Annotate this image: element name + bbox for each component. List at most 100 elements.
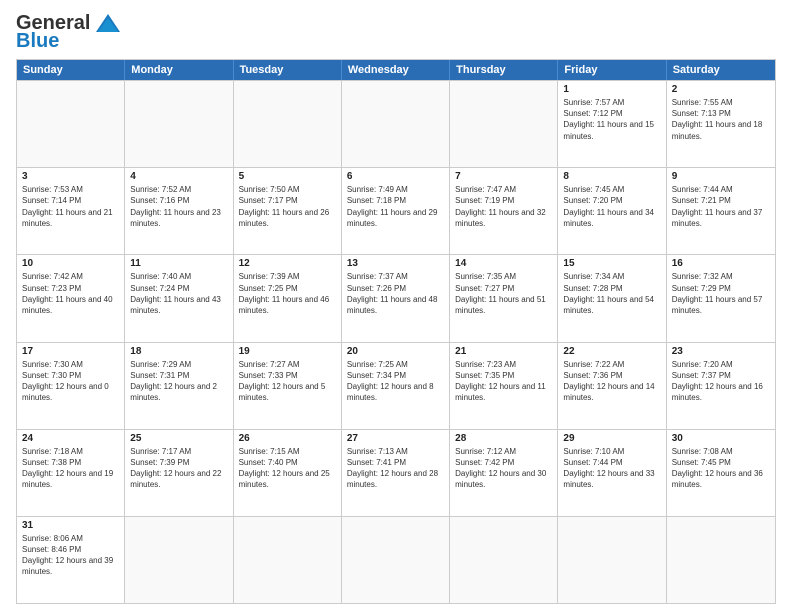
- day-number: 4: [130, 171, 227, 182]
- day-number: 29: [563, 433, 660, 444]
- header: General Blue: [16, 12, 776, 53]
- day-number: 20: [347, 346, 444, 357]
- calendar-cell: 24Sunrise: 7:18 AM Sunset: 7:38 PM Dayli…: [17, 430, 125, 516]
- day-info: Sunrise: 7:34 AM Sunset: 7:28 PM Dayligh…: [563, 271, 660, 316]
- day-info: Sunrise: 7:25 AM Sunset: 7:34 PM Dayligh…: [347, 359, 444, 404]
- day-info: Sunrise: 7:57 AM Sunset: 7:12 PM Dayligh…: [563, 97, 660, 142]
- calendar-cell: 27 Sunrise: 7:13 AM Sunset: 7:41 PM Dayli…: [342, 430, 450, 516]
- day-info: Sunrise: 7:40 AM Sunset: 7:24 PM Dayligh…: [130, 271, 227, 316]
- day-number: 2: [672, 84, 770, 95]
- day-info: Sunrise: 7:30 AM Sunset: 7:30 PM Dayligh…: [22, 359, 119, 404]
- day-number: 26: [239, 433, 336, 444]
- header-day-thursday: Thursday: [450, 60, 558, 80]
- day-info: Sunrise: 7:49 AM Sunset: 7:18 PM Dayligh…: [347, 184, 444, 229]
- calendar-cell: [234, 517, 342, 603]
- day-number: 23: [672, 346, 770, 357]
- day-info: Sunrise: 7:12 AM Sunset: 7:42 PM Dayligh…: [455, 446, 552, 491]
- header-day-tuesday: Tuesday: [234, 60, 342, 80]
- calendar-cell: 23 Sunrise: 7:20 AM Sunset: 7:37 PM Dayli…: [667, 343, 775, 429]
- calendar-cell: 29 Sunrise: 7:10 AM Sunset: 7:44 PM Dayli…: [558, 430, 666, 516]
- day-info: Sunrise: 7:35 AM Sunset: 7:27 PM Dayligh…: [455, 271, 552, 316]
- header-day-sunday: Sunday: [17, 60, 125, 80]
- calendar-week-0: 1 Sunrise: 7:57 AM Sunset: 7:12 PM Daylig…: [17, 80, 775, 167]
- day-number: 14: [455, 258, 552, 269]
- calendar-cell: 6 Sunrise: 7:49 AM Sunset: 7:18 PM Daylig…: [342, 168, 450, 254]
- calendar-week-1: 3 Sunrise: 7:53 AM Sunset: 7:14 PM Daylig…: [17, 167, 775, 254]
- day-info: Sunrise: 7:42 AM Sunset: 7:23 PM Dayligh…: [22, 271, 119, 316]
- day-number: 6: [347, 171, 444, 182]
- day-number: 30: [672, 433, 770, 444]
- calendar-cell: 15 Sunrise: 7:34 AM Sunset: 7:28 PM Dayli…: [558, 255, 666, 341]
- calendar-cell: [17, 81, 125, 167]
- day-info: Sunrise: 7:22 AM Sunset: 7:36 PM Dayligh…: [563, 359, 660, 404]
- day-info: Sunrise: 7:13 AM Sunset: 7:41 PM Dayligh…: [347, 446, 444, 491]
- calendar-header-row: SundayMondayTuesdayWednesdayThursdayFrid…: [17, 60, 775, 80]
- day-info: Sunrise: 7:10 AM Sunset: 7:44 PM Dayligh…: [563, 446, 660, 491]
- calendar-week-5: 31Sunrise: 8:06 AM Sunset: 8:46 PM Dayli…: [17, 516, 775, 603]
- day-info: Sunrise: 7:18 AM Sunset: 7:38 PM Dayligh…: [22, 446, 119, 491]
- day-info: Sunrise: 7:23 AM Sunset: 7:35 PM Dayligh…: [455, 359, 552, 404]
- calendar-cell: 19 Sunrise: 7:27 AM Sunset: 7:33 PM Dayli…: [234, 343, 342, 429]
- page: General Blue SundayMondayTuesdayWednesda…: [0, 0, 792, 612]
- calendar-cell: 30 Sunrise: 7:08 AM Sunset: 7:45 PM Dayli…: [667, 430, 775, 516]
- header-day-friday: Friday: [558, 60, 666, 80]
- calendar-cell: 22 Sunrise: 7:22 AM Sunset: 7:36 PM Dayli…: [558, 343, 666, 429]
- day-number: 22: [563, 346, 660, 357]
- day-number: 9: [672, 171, 770, 182]
- logo-subtext: Blue: [16, 30, 59, 53]
- calendar-cell: 12 Sunrise: 7:39 AM Sunset: 7:25 PM Dayli…: [234, 255, 342, 341]
- day-info: Sunrise: 7:47 AM Sunset: 7:19 PM Dayligh…: [455, 184, 552, 229]
- calendar-cell: [558, 517, 666, 603]
- calendar-cell: 25Sunrise: 7:17 AM Sunset: 7:39 PM Dayli…: [125, 430, 233, 516]
- calendar-cell: 20 Sunrise: 7:25 AM Sunset: 7:34 PM Dayli…: [342, 343, 450, 429]
- calendar-cell: 21 Sunrise: 7:23 AM Sunset: 7:35 PM Dayli…: [450, 343, 558, 429]
- day-number: 27: [347, 433, 444, 444]
- day-number: 11: [130, 258, 227, 269]
- day-number: 16: [672, 258, 770, 269]
- day-number: 8: [563, 171, 660, 182]
- day-number: 18: [130, 346, 227, 357]
- calendar-cell: 13Sunrise: 7:37 AM Sunset: 7:26 PM Dayli…: [342, 255, 450, 341]
- calendar-cell: [125, 81, 233, 167]
- day-number: 3: [22, 171, 119, 182]
- day-info: Sunrise: 7:32 AM Sunset: 7:29 PM Dayligh…: [672, 271, 770, 316]
- day-number: 25: [130, 433, 227, 444]
- day-number: 12: [239, 258, 336, 269]
- calendar-cell: 31Sunrise: 8:06 AM Sunset: 8:46 PM Dayli…: [17, 517, 125, 603]
- calendar-cell: 26Sunrise: 7:15 AM Sunset: 7:40 PM Dayli…: [234, 430, 342, 516]
- day-info: Sunrise: 7:44 AM Sunset: 7:21 PM Dayligh…: [672, 184, 770, 229]
- calendar-cell: 11 Sunrise: 7:40 AM Sunset: 7:24 PM Dayli…: [125, 255, 233, 341]
- day-info: Sunrise: 7:37 AM Sunset: 7:26 PM Dayligh…: [347, 271, 444, 316]
- day-number: 31: [22, 520, 119, 531]
- day-info: Sunrise: 7:20 AM Sunset: 7:37 PM Dayligh…: [672, 359, 770, 404]
- calendar-cell: [342, 81, 450, 167]
- day-info: Sunrise: 7:39 AM Sunset: 7:25 PM Dayligh…: [239, 271, 336, 316]
- day-info: Sunrise: 7:50 AM Sunset: 7:17 PM Dayligh…: [239, 184, 336, 229]
- calendar-cell: 4Sunrise: 7:52 AM Sunset: 7:16 PM Daylig…: [125, 168, 233, 254]
- day-info: Sunrise: 7:29 AM Sunset: 7:31 PM Dayligh…: [130, 359, 227, 404]
- calendar-week-3: 17 Sunrise: 7:30 AM Sunset: 7:30 PM Dayli…: [17, 342, 775, 429]
- day-number: 1: [563, 84, 660, 95]
- day-number: 5: [239, 171, 336, 182]
- calendar-cell: [342, 517, 450, 603]
- calendar-cell: 7Sunrise: 7:47 AM Sunset: 7:19 PM Daylig…: [450, 168, 558, 254]
- day-info: Sunrise: 7:53 AM Sunset: 7:14 PM Dayligh…: [22, 184, 119, 229]
- header-day-saturday: Saturday: [667, 60, 775, 80]
- day-number: 28: [455, 433, 552, 444]
- day-info: Sunrise: 7:55 AM Sunset: 7:13 PM Dayligh…: [672, 97, 770, 142]
- calendar-cell: [234, 81, 342, 167]
- calendar-cell: 14 Sunrise: 7:35 AM Sunset: 7:27 PM Dayli…: [450, 255, 558, 341]
- day-number: 17: [22, 346, 119, 357]
- calendar-cell: [125, 517, 233, 603]
- calendar-week-4: 24Sunrise: 7:18 AM Sunset: 7:38 PM Dayli…: [17, 429, 775, 516]
- calendar-cell: 17 Sunrise: 7:30 AM Sunset: 7:30 PM Dayli…: [17, 343, 125, 429]
- header-day-wednesday: Wednesday: [342, 60, 450, 80]
- day-number: 15: [563, 258, 660, 269]
- logo: General Blue: [16, 12, 122, 53]
- day-info: Sunrise: 7:08 AM Sunset: 7:45 PM Dayligh…: [672, 446, 770, 491]
- calendar: SundayMondayTuesdayWednesdayThursdayFrid…: [16, 59, 776, 604]
- day-number: 19: [239, 346, 336, 357]
- header-day-monday: Monday: [125, 60, 233, 80]
- day-info: Sunrise: 7:27 AM Sunset: 7:33 PM Dayligh…: [239, 359, 336, 404]
- day-number: 21: [455, 346, 552, 357]
